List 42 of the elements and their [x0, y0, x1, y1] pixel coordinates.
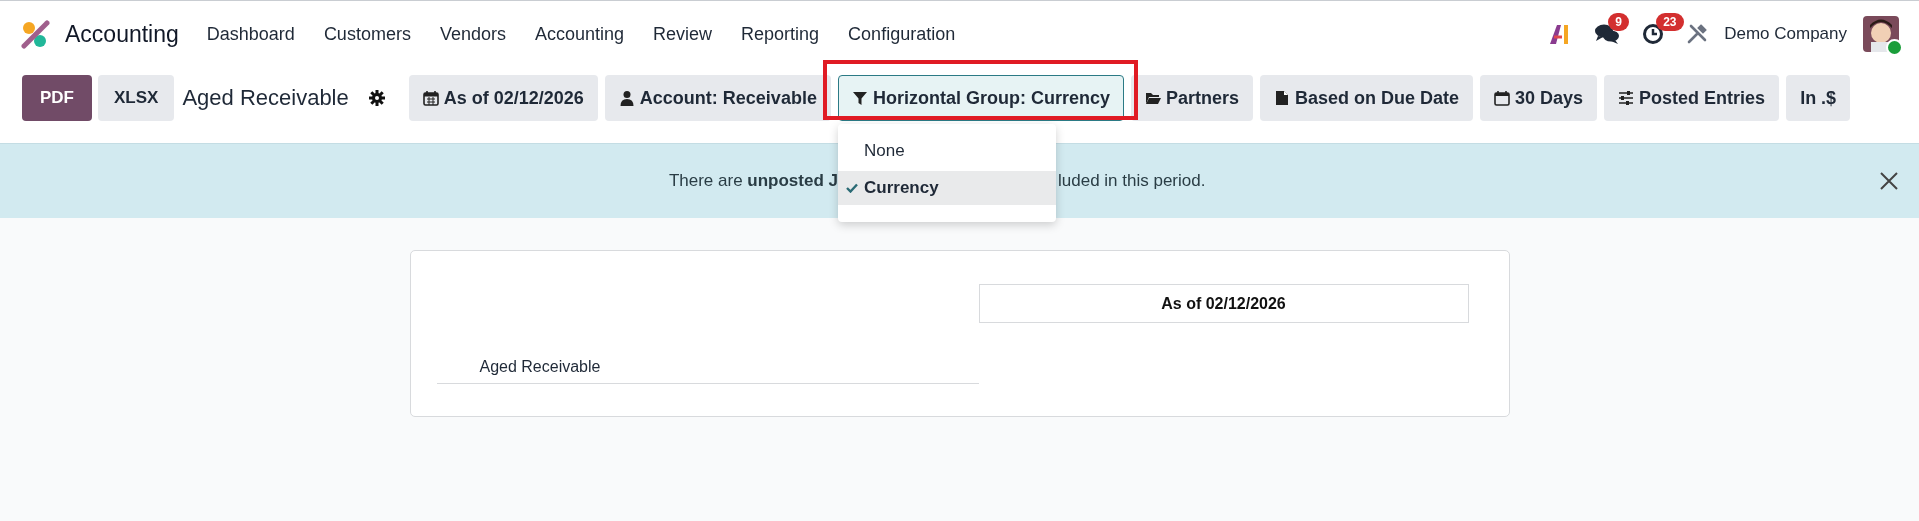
checkmark-icon — [846, 183, 858, 193]
user-icon — [618, 90, 635, 106]
menu-item[interactable]: Vendors — [439, 23, 506, 45]
close-icon[interactable] — [1879, 171, 1899, 191]
settings-icon[interactable] — [368, 90, 385, 106]
dropdown-item[interactable]: None — [838, 134, 1056, 168]
notification-badge: 9 — [1608, 13, 1629, 31]
notification-badge: 23 — [1656, 13, 1684, 31]
calendar-icon — [422, 90, 439, 106]
menu-item[interactable]: Configuration — [848, 23, 956, 45]
column-header: As of 02/12/2026 — [978, 284, 1469, 323]
banner-text: There are unposted J — [668, 171, 838, 191]
filter-button[interactable]: Based on Due Date — [1259, 75, 1473, 121]
tools-icon[interactable] — [1686, 23, 1709, 45]
filter-button[interactable]: Horizontal Group: Currency — [837, 75, 1124, 121]
filter-button[interactable]: Posted Entries — [1604, 75, 1780, 121]
company-name[interactable]: Demo Company — [1724, 24, 1847, 44]
menu-item[interactable]: Reporting — [741, 23, 820, 45]
menu-item[interactable]: Customers — [323, 23, 411, 45]
filter-button[interactable]: In .$ — [1786, 75, 1851, 121]
sliders-icon — [1618, 90, 1635, 106]
filter-button[interactable]: 30 Days — [1480, 75, 1598, 121]
menu-item[interactable]: Review — [653, 23, 713, 45]
folder-icon — [1144, 90, 1161, 106]
clock-icon[interactable] — [1642, 23, 1665, 45]
menu-item[interactable]: Accounting — [534, 23, 625, 45]
row-label: Aged Receivable — [436, 350, 979, 384]
menu-item[interactable]: Dashboard — [206, 23, 295, 45]
filter-icon — [851, 90, 868, 106]
export-button[interactable]: XLSX — [98, 75, 175, 121]
app-logo-icon[interactable] — [20, 19, 50, 49]
dropdown-item[interactable]: Currency — [838, 171, 1056, 205]
filter-button[interactable]: Partners — [1130, 75, 1253, 121]
export-button[interactable]: PDF — [22, 75, 92, 121]
filter-button[interactable]: Account: Receivable — [604, 75, 831, 121]
app-name[interactable]: Accounting — [65, 20, 179, 48]
online-status-dot — [1886, 39, 1903, 56]
calendar-empty-icon — [1494, 90, 1510, 106]
report-title: Aged Receivable — [182, 85, 349, 111]
file-icon — [1273, 90, 1290, 106]
banner-text: luded in this period. — [1058, 171, 1207, 191]
filter-button[interactable]: As of 02/12/2026 — [408, 75, 598, 121]
